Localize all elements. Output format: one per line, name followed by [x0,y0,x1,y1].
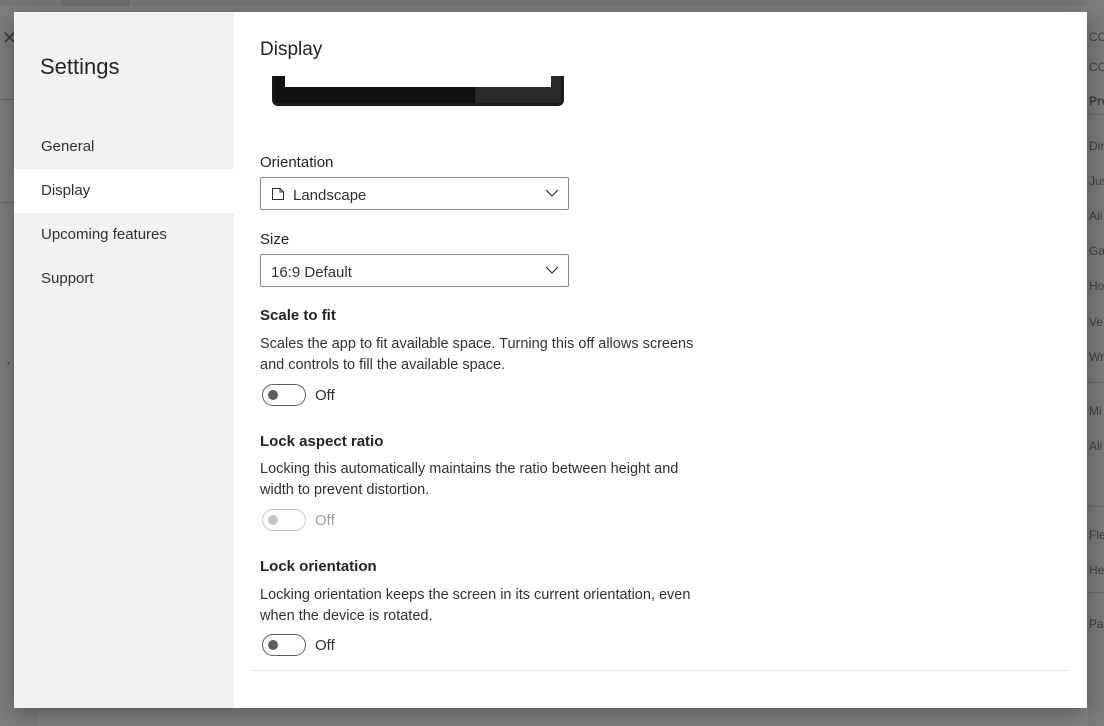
lock-orientation-description: Locking orientation keeps the screen in … [260,585,700,627]
orientation-dropdown[interactable]: Landscape [260,177,569,210]
background-right-label: CO [1089,30,1104,44]
lock-aspect-ratio-description: Locking this automatically maintains the… [260,459,700,501]
background-right-label: Mi [1089,404,1102,418]
background-right-label: Pa [1089,617,1104,631]
background-dot: · [6,354,11,370]
orientation-value: Landscape [293,187,366,204]
settings-main: Display Orientation Landscape Siz [234,12,1087,708]
settings-nav-list: General Display Upcoming features Suppor… [14,125,234,301]
background-right-label: Wr [1089,350,1104,364]
nav-item-display[interactable]: Display [14,169,234,213]
nav-item-general[interactable]: General [14,125,234,169]
background-right-label: He [1089,563,1104,577]
lock-orientation-state: Off [315,637,335,654]
chevron-down-icon [545,186,559,200]
background-right-label: Jus [1089,174,1104,188]
footer-divider [250,670,1070,671]
lock-aspect-ratio-title: Lock aspect ratio [260,433,383,450]
size-value: 16:9 Default [271,264,352,281]
chevron-down-icon [545,263,559,277]
toggle-knob [268,515,278,525]
background-right-label: CO [1089,60,1104,74]
orientation-label: Orientation [260,154,333,171]
toggle-knob [268,640,278,650]
background-right-label: Ali [1089,439,1102,453]
page-icon [271,187,285,201]
scale-to-fit-toggle[interactable] [262,384,306,406]
scale-to-fit-description: Scales the app to fit available space. T… [260,334,700,376]
page-title: Display [260,39,322,61]
lock-aspect-ratio-state: Off [315,512,335,529]
background-bottom-bar [38,708,1088,726]
background-tab [62,0,129,6]
nav-item-support[interactable]: Support [14,257,234,301]
background-right-panel: CO CO Pro Dir Jus Ali Ga Ho Ve Wr Mi Ali… [1087,0,1104,726]
background-right-label: Ga [1089,244,1104,258]
toggle-knob [268,390,278,400]
background-right-label: Ali [1089,209,1102,223]
lock-orientation-toggle[interactable] [262,634,306,656]
size-label: Size [260,231,289,248]
settings-nav: Settings General Display Upcoming featur… [14,12,234,708]
screen-preview [272,76,564,106]
background-right-label: Ho [1089,279,1104,293]
settings-dialog: Settings General Display Upcoming featur… [14,12,1087,708]
background-right-label: Fle [1089,528,1104,542]
background-divider [0,99,14,100]
background-right-label: Dir [1089,139,1104,153]
nav-item-upcoming-features[interactable]: Upcoming features [14,213,234,257]
background-divider [0,202,14,203]
background-right-label: Ve [1089,315,1103,329]
settings-title: Settings [40,54,120,80]
lock-aspect-ratio-toggle [262,509,306,531]
lock-orientation-title: Lock orientation [260,558,377,575]
scale-to-fit-state: Off [315,387,335,404]
screen-preview-canvas [285,76,551,87]
background-right-label: Pro [1089,94,1104,108]
background-top-strip [0,0,1104,6]
scale-to-fit-title: Scale to fit [260,307,336,324]
size-dropdown[interactable]: 16:9 Default [260,254,569,287]
